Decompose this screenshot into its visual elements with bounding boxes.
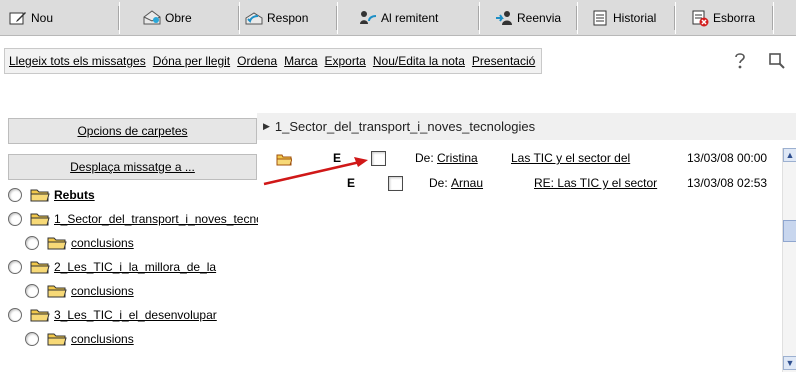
folder-tree-label: Rebuts: [54, 188, 95, 202]
folder-path-label: 1_Sector_del_transport_i_noves_tecnologi…: [274, 119, 536, 134]
folder-options-label: Opcions de carpetes: [77, 124, 188, 138]
folder-tree-item-conclusions-1[interactable]: conclusions: [8, 232, 258, 254]
delete-button-label: Esborra: [713, 11, 756, 25]
menu-export[interactable]: Exporta: [325, 54, 366, 68]
reply-button-label: Respon: [267, 11, 309, 25]
folder-icon: [47, 285, 67, 298]
folder-tree-label: conclusions: [71, 332, 134, 346]
menu-read-all[interactable]: Llegeix tots els missatges: [9, 54, 146, 68]
message-date: 13/03/08 02:53: [687, 176, 768, 190]
search-icon[interactable]: [768, 52, 786, 70]
reply-sender-button[interactable]: Al remitent: [338, 2, 480, 34]
sender-link[interactable]: Arnau: [451, 176, 483, 190]
message-list-scrollbar[interactable]: ▲ ▼: [782, 148, 796, 372]
forward-icon: [496, 11, 512, 25]
current-folder-path: ▶ 1_Sector_del_transport_i_noves_tecnolo…: [257, 113, 796, 140]
subject-link[interactable]: RE: Las TIC y el sector: [534, 176, 657, 190]
forward-button[interactable]: Reenvia: [480, 2, 578, 34]
subject-link[interactable]: Las TIC y el sector del: [511, 151, 630, 165]
reply-sender-icon: [360, 11, 377, 24]
history-button-label: Historial: [613, 11, 657, 25]
new-message-icon: [9, 12, 26, 25]
menu-presentation[interactable]: Presentació: [472, 54, 535, 68]
delete-button[interactable]: Esborra: [676, 2, 774, 34]
sender-link[interactable]: Cristina: [437, 151, 478, 165]
history-button[interactable]: Historial: [578, 2, 676, 34]
menu-mark-read[interactable]: Dóna per llegit: [153, 54, 230, 68]
folder-tree-label: 2_Les_TIC_i_la_millora_de_la: [54, 260, 217, 274]
folder-icon: [47, 237, 67, 250]
history-icon: [593, 10, 607, 26]
folder-select-radio[interactable]: [8, 308, 22, 322]
folder-select-radio[interactable]: [8, 212, 22, 226]
move-message-label: Desplaça missatge a ...: [70, 160, 195, 174]
from-label: De:: [415, 151, 434, 165]
new-button-label: Nou: [31, 11, 54, 25]
folder-select-radio[interactable]: [8, 188, 22, 202]
folder-icon: [30, 189, 50, 202]
reply-sender-button-label: Al remitent: [381, 11, 439, 25]
open-button-label: Obre: [165, 11, 192, 25]
folder-select-radio[interactable]: [25, 284, 39, 298]
new-button[interactable]: Nou: [0, 2, 120, 34]
expand-triangle-icon: ▶: [263, 121, 270, 131]
from-label: De:: [429, 176, 448, 190]
folder-select-radio[interactable]: [25, 236, 39, 250]
folder-tree-label: conclusions: [71, 284, 134, 298]
move-message-button[interactable]: Desplaça missatge a ...: [8, 154, 257, 180]
folder-tree-item-inbox[interactable]: Rebuts: [8, 184, 258, 206]
folder-tree-label: conclusions: [71, 236, 134, 250]
open-button[interactable]: Obre: [120, 2, 240, 34]
folder-tree-item-sector-transport[interactable]: 1_Sector_del_transport_i_noves_tecnologi…: [8, 208, 258, 230]
folder-tree-item-conclusions-2[interactable]: conclusions: [8, 280, 258, 302]
folder-options-button[interactable]: Opcions de carpetes: [8, 118, 257, 144]
menu-sort[interactable]: Ordena: [237, 54, 277, 68]
folder-icon: [30, 309, 50, 322]
scroll-down-button[interactable]: ▼: [783, 356, 796, 370]
message-select-checkbox[interactable]: [388, 176, 403, 191]
reply-icon: [245, 12, 263, 25]
folder-icon: [30, 213, 50, 226]
scroll-thumb[interactable]: [783, 220, 796, 242]
folder-tree-item-tic-desenvolupament[interactable]: 3_Les_TIC_i_el_desenvolupar: [8, 304, 258, 326]
help-icon[interactable]: [732, 52, 748, 70]
delete-icon: [692, 10, 709, 27]
message-date: 13/03/08 00:00: [687, 151, 768, 165]
folder-tree-item-conclusions-3[interactable]: conclusions: [8, 328, 258, 350]
open-icon: [143, 10, 161, 25]
folder-icon: [47, 333, 67, 346]
folder-tree-label: 1_Sector_del_transport_i_noves_tecnologi…: [54, 212, 258, 226]
message-menu-bar: Llegeix tots els missatges Dóna per lleg…: [4, 48, 543, 74]
folder-icon: [30, 261, 50, 274]
folder-select-radio[interactable]: [8, 260, 22, 274]
menu-flag[interactable]: Marca: [284, 54, 317, 68]
toolbar: Nou Obre Respon Al remitent Reenvia Hist…: [0, 0, 796, 36]
folder-tree-label: 3_Les_TIC_i_el_desenvolupar: [54, 308, 217, 322]
folder-select-radio[interactable]: [25, 332, 39, 346]
forward-button-label: Reenvia: [517, 11, 562, 25]
scroll-up-button[interactable]: ▲: [783, 148, 796, 162]
reply-button[interactable]: Respon: [240, 2, 338, 34]
folder-tree-item-tic-millora[interactable]: 2_Les_TIC_i_la_millora_de_la: [8, 256, 258, 278]
menu-edit-note[interactable]: Nou/Edita la nota: [373, 54, 465, 68]
annotation-arrow: [263, 157, 368, 186]
